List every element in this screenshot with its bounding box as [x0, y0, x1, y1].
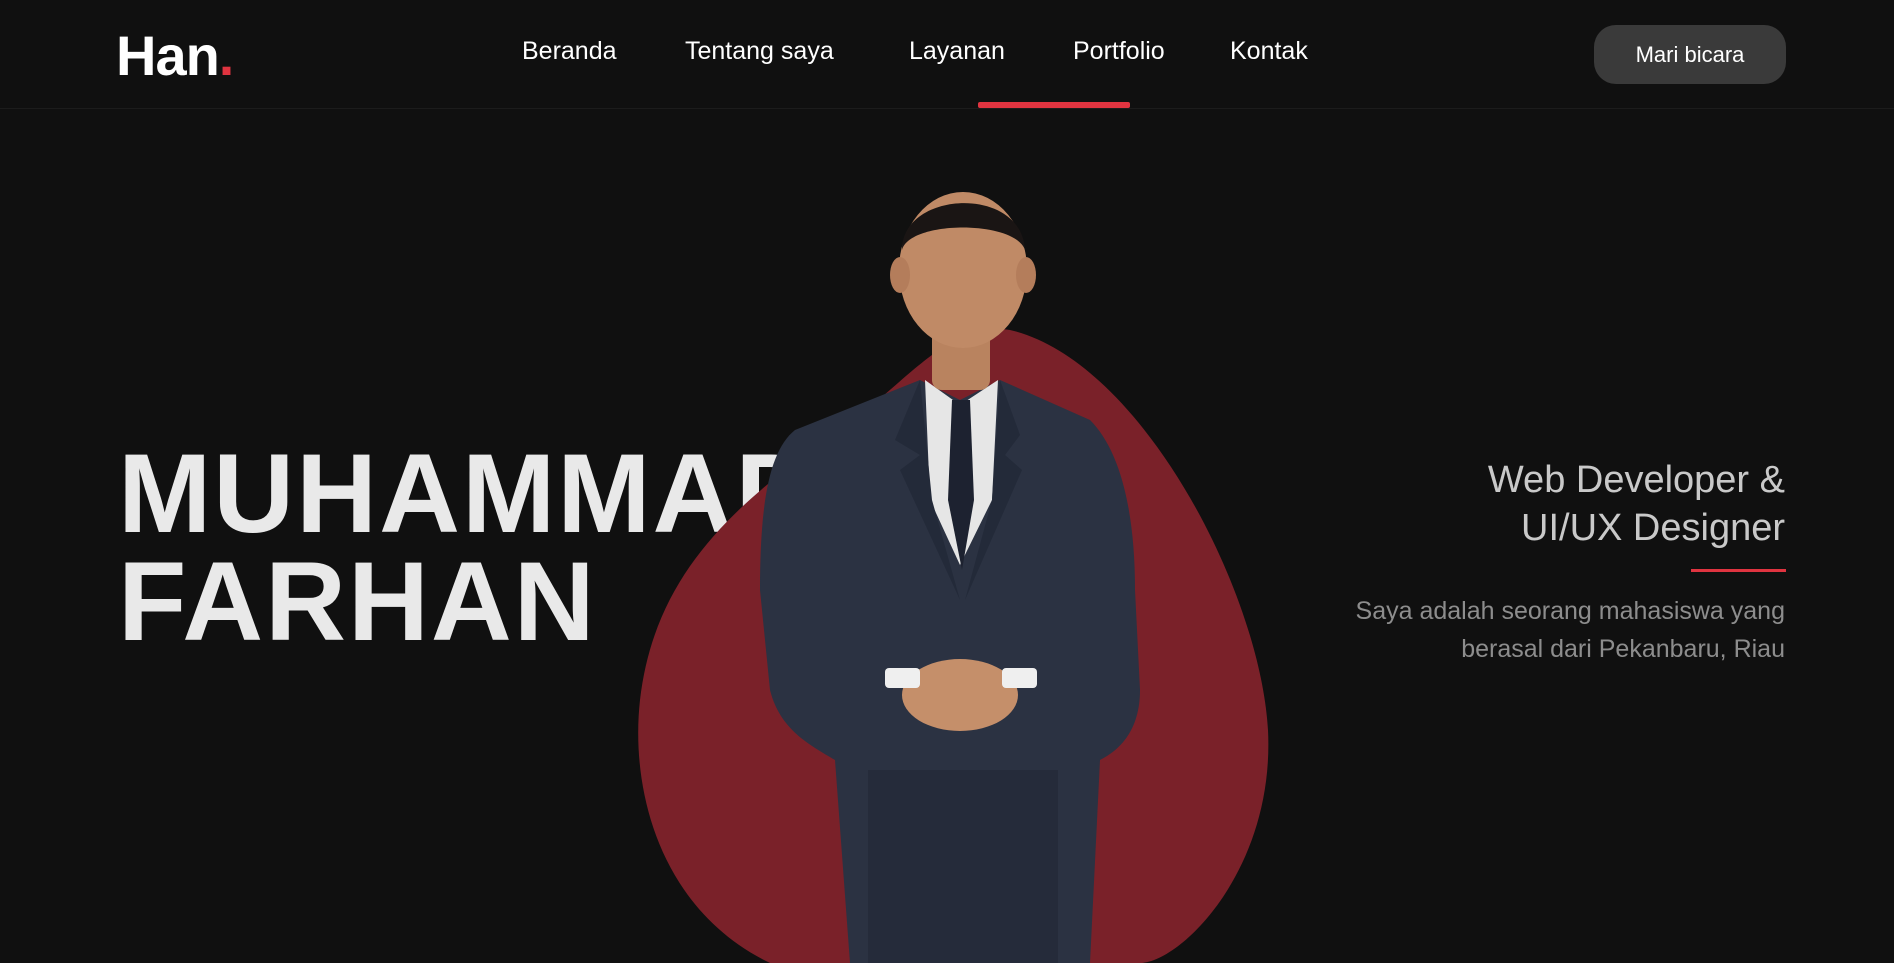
nav-item-layanan[interactable]: Layanan: [909, 34, 1005, 68]
nav-item-tentang-saya[interactable]: Tentang saya: [685, 34, 834, 68]
trousers: [868, 770, 1058, 963]
hands: [902, 659, 1018, 731]
role-divider: [1691, 569, 1786, 572]
nav-item-kontak[interactable]: Kontak: [1230, 34, 1308, 68]
role-title: Web Developer & UI/UX Designer: [1488, 456, 1785, 552]
bio-line2: berasal dari Pekanbaru, Riau: [1461, 635, 1785, 663]
logo-text: Han: [116, 24, 220, 87]
mari-bicara-button[interactable]: Mari bicara: [1594, 25, 1786, 84]
bio-line1: Saya adalah seorang mahasiswa yang: [1355, 597, 1785, 625]
nav-item-portfolio[interactable]: Portfolio: [1073, 34, 1165, 68]
bio-text: Saya adalah seorang mahasiswa yang beras…: [1356, 592, 1785, 668]
ear-left: [890, 257, 910, 293]
portrait-image: [638, 192, 1269, 963]
cuff-right: [1002, 668, 1037, 688]
role-line2: UI/UX Designer: [1521, 507, 1785, 549]
active-nav-indicator: [978, 102, 1130, 108]
logo[interactable]: Han.: [116, 24, 235, 88]
role-line1: Web Developer &: [1487, 459, 1785, 501]
site-header: Han. Beranda Tentang saya Layanan Portfo…: [0, 0, 1894, 109]
logo-dot: .: [218, 24, 235, 87]
cuff-left: [885, 668, 920, 688]
nav-item-beranda[interactable]: Beranda: [522, 34, 617, 68]
ear-right: [1016, 257, 1036, 293]
landing-page: Han. Beranda Tentang saya Layanan Portfo…: [0, 0, 1894, 963]
